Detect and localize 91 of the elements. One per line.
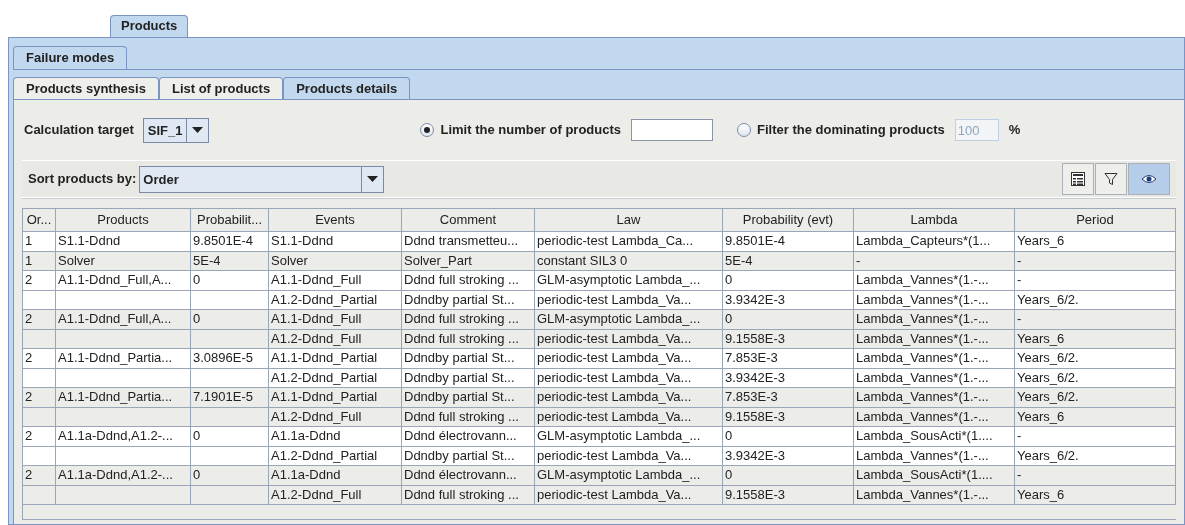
table-cell: 3.0896E-5: [191, 349, 269, 369]
table-cell: 0: [723, 466, 854, 486]
tab[interactable]: Products details: [283, 77, 411, 99]
caret-icon: [192, 127, 204, 133]
table-cell: Lambda_Vannes*(1.-...: [854, 388, 1015, 408]
radio-button[interactable]: [420, 123, 435, 137]
table-cell: Ddnd full stroking ...: [402, 485, 535, 505]
limit-input[interactable]: [631, 119, 714, 141]
table-cell: GLM-asymptotic Lambda_...: [535, 271, 723, 291]
table-cell: Ddnd électrovann...: [402, 466, 535, 486]
table-cell: Lambda_SousActi*(1....: [854, 466, 1015, 486]
table-cell: -: [1015, 271, 1176, 291]
sort-label: Sort products by:: [28, 170, 137, 189]
table-cell: periodic-test Lambda_Va...: [535, 349, 723, 369]
table-cell: 7.853E-3: [723, 349, 854, 369]
table-cell: 0: [723, 427, 854, 447]
table-cell: Lambda_Capteurs*(1...: [854, 232, 1015, 252]
table-cell: Years_6/2.: [1015, 349, 1176, 369]
table-cell: Lambda_Vannes*(1.-...: [854, 310, 1015, 330]
table-cell: 0: [723, 271, 854, 291]
target-dropdown[interactable]: SIF_1: [142, 117, 210, 143]
table-cell: Ddnd full stroking ...: [402, 310, 535, 330]
table-cell: S1.1-Ddnd: [56, 232, 191, 252]
table-cell: A1.1-Ddnd_Partial: [269, 349, 402, 369]
table-cell: 7.853E-3: [723, 388, 854, 408]
table-cell: Ddnd électrovann...: [402, 427, 535, 447]
tab[interactable]: Products: [110, 15, 189, 37]
table-cell: 9.8501E-4: [191, 232, 269, 252]
table-cell: 7.1901E-5: [191, 388, 269, 408]
table-cell: 9.1558E-3: [723, 485, 854, 505]
table-cell: periodic-test Lambda_Ca...: [535, 232, 723, 252]
table-cell: S1.1-Ddnd: [269, 232, 402, 252]
table-cell: periodic-test Lambda_Va...: [535, 485, 723, 505]
table-cell: Ddnd full stroking ...: [402, 271, 535, 291]
sort-dropdown[interactable]: Order: [139, 165, 385, 193]
table-cell: A1.1-Ddnd_Partial: [269, 388, 402, 408]
table-cell: A1.1-Ddnd_Full: [269, 310, 402, 330]
table-cell: A1.1-Ddnd_Full,A...: [56, 310, 191, 330]
toolbar-button[interactable]: [1095, 163, 1127, 195]
table-cell: -: [1015, 466, 1176, 486]
table-cell: Ddnd transmetteu...: [402, 232, 535, 252]
option-label: Limit the number of products: [440, 121, 622, 140]
eye-icon: [1141, 174, 1157, 184]
table-cell: A1.1a-Ddnd,A1.2-...: [56, 427, 191, 447]
table-cell: GLM-asymptotic Lambda_...: [535, 466, 723, 486]
table-cell: 0: [191, 427, 269, 447]
table-icon: [1070, 171, 1086, 187]
tab[interactable]: Failure modes: [13, 46, 128, 69]
radio-button[interactable]: [737, 123, 752, 137]
table-cell: 0: [191, 310, 269, 330]
table-cell: Years_6: [1015, 232, 1176, 252]
table-cell: Ddndby partial St...: [402, 349, 535, 369]
tab[interactable]: List of products: [158, 77, 284, 99]
table-cell: Years_6: [1015, 485, 1176, 505]
table-cell: Lambda_Vannes*(1.-...: [854, 271, 1015, 291]
table-cell: 2: [23, 310, 56, 330]
table-cell: A1.1-Ddnd_Full,A...: [56, 271, 191, 291]
table-cell: A1.1a-Ddnd: [269, 466, 402, 486]
filter-icon: [1103, 171, 1119, 187]
table-cell: 2: [23, 349, 56, 369]
table-cell: 2: [23, 466, 56, 486]
table-cell: Lambda_Vannes*(1.-...: [854, 349, 1015, 369]
table-cell: periodic-test Lambda_Va...: [535, 388, 723, 408]
table-cell: 2: [23, 271, 56, 291]
toolbar-button[interactable]: [1062, 163, 1094, 195]
table-cell: 9.8501E-4: [723, 232, 854, 252]
field-label: Calculation target: [24, 121, 134, 140]
table-cell: 0: [191, 466, 269, 486]
table-cell: 2: [23, 388, 56, 408]
table-cell: A1.1-Ddnd_Partia...: [56, 388, 191, 408]
table-cell: A1.2-Ddnd_Full: [269, 485, 402, 505]
table-cell: A1.1a-Ddnd: [269, 427, 402, 447]
option-label: Filter the dominating products: [757, 121, 945, 140]
table-cell: Ddndby partial St...: [402, 388, 535, 408]
table-cell: A1.1-Ddnd_Full: [269, 271, 402, 291]
table-cell: Lambda_Vannes*(1.-...: [854, 485, 1015, 505]
table-cell: GLM-asymptotic Lambda_...: [535, 310, 723, 330]
table-cell: 0: [723, 310, 854, 330]
caret-icon: [367, 176, 379, 182]
table-cell: A1.1a-Ddnd,A1.2-...: [56, 466, 191, 486]
table-cell: -: [1015, 427, 1176, 447]
tab[interactable]: Products synthesis: [13, 77, 159, 99]
table-cell: 0: [191, 271, 269, 291]
table-cell: -: [1015, 310, 1176, 330]
table-cell: Lambda_SousActi*(1....: [854, 427, 1015, 447]
table-cell: A1.1-Ddnd_Partia...: [56, 349, 191, 369]
table-cell: Years_6/2.: [1015, 388, 1176, 408]
table-cell: GLM-asymptotic Lambda_...: [535, 427, 723, 447]
table-cell: 1: [23, 232, 56, 252]
unit-label: %: [1008, 121, 1021, 140]
table-cell: 2: [23, 427, 56, 447]
